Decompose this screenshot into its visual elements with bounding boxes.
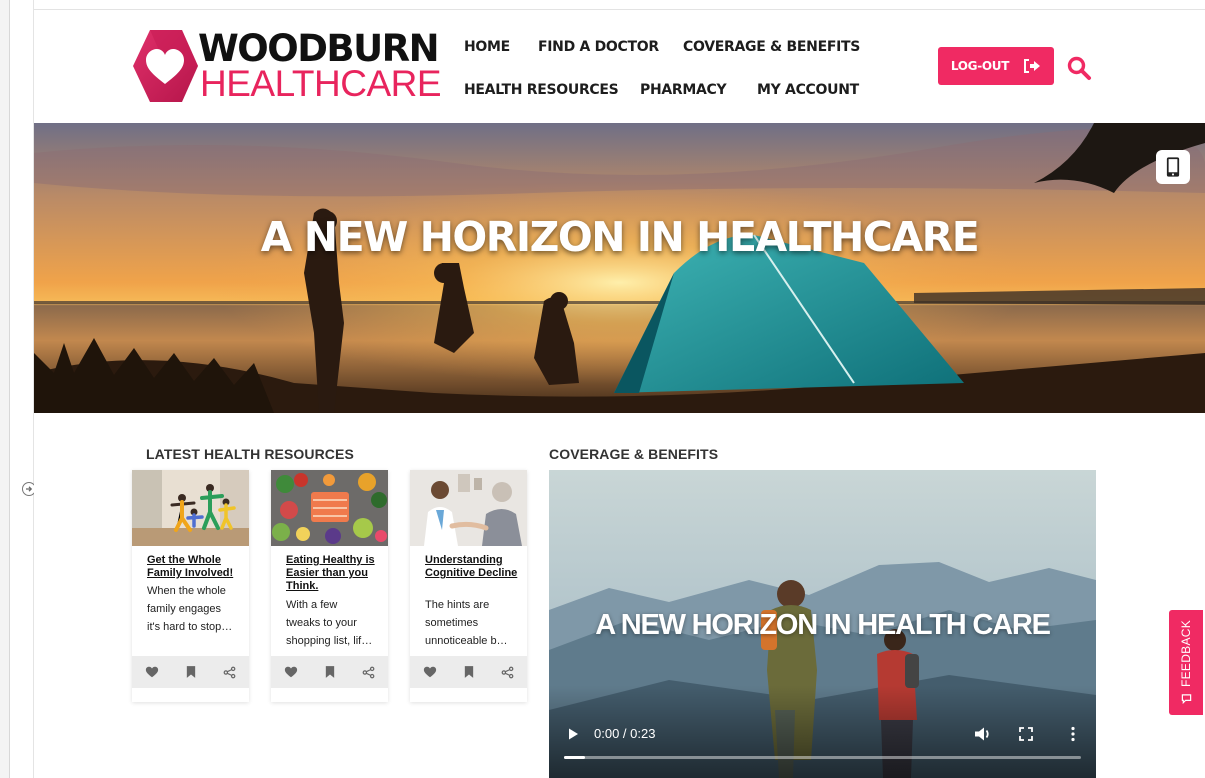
logout-label: LOG-OUT <box>950 59 1010 73</box>
bookmark-icon[interactable] <box>461 664 477 680</box>
bookmark-icon[interactable] <box>183 664 199 680</box>
site-logo[interactable]: WOODBURN HEALTHCARE <box>130 28 442 104</box>
coverage-video-player[interactable]: A NEW HORIZON IN HEALTH CARE 0:00 / 0:23 <box>549 470 1096 778</box>
play-icon[interactable] <box>566 727 580 741</box>
feedback-tab-content: FEEDBACK <box>1179 619 1193 705</box>
card-excerpt-line: it's hard to stop… <box>147 621 233 633</box>
coverage-section-title: COVERAGE & BENEFITS <box>549 446 719 462</box>
family-yoga-image <box>132 470 249 546</box>
card-actions <box>271 656 388 688</box>
card-excerpt-line: When the whole <box>147 585 226 597</box>
nav-find-a-doctor[interactable]: FIND A DOCTOR <box>538 39 659 55</box>
resource-card[interactable]: Eating Healthy is Easier than you Think.… <box>271 470 388 702</box>
card-actions <box>132 656 249 688</box>
card-title[interactable]: Understanding Cognitive Decline <box>425 554 521 580</box>
hero-banner: A NEW HORIZON IN HEALTHCARE <box>34 123 1205 413</box>
site-page: WOODBURN HEALTHCARE HOME FIND A DOCTOR C… <box>34 0 1205 778</box>
doctor-visit-image <box>410 470 527 546</box>
resource-card[interactable]: Get the Whole Family Involved! When the … <box>132 470 249 702</box>
chat-bubble-icon <box>1181 694 1191 705</box>
card-title[interactable]: Get the Whole Family Involved! <box>147 554 243 580</box>
hero-title: A NEW HORIZON IN HEALTHCARE <box>260 213 980 261</box>
video-progress-fill <box>564 756 585 759</box>
card-excerpt-line: The hints are <box>425 599 490 611</box>
nav-coverage-benefits[interactable]: COVERAGE & BENEFITS <box>683 39 860 55</box>
healthy-food-image <box>271 470 388 546</box>
search-button[interactable] <box>1066 55 1092 81</box>
left-gutter <box>10 0 36 778</box>
card-title[interactable]: Eating Healthy is Easier than you Think. <box>286 554 382 593</box>
card-excerpt-line: tweaks to your <box>286 617 357 629</box>
bookmark-icon[interactable] <box>322 664 338 680</box>
heart-logo-icon <box>133 30 198 102</box>
sunset-camping-image <box>34 123 1205 413</box>
card-excerpt-line: unnoticeable b… <box>425 635 508 647</box>
logout-button[interactable]: LOG-OUT <box>938 47 1054 85</box>
logout-icon <box>1024 59 1041 73</box>
search-icon <box>1067 56 1091 80</box>
mobile-device-icon[interactable] <box>1156 150 1190 184</box>
card-excerpt-line: shopping list, lif… <box>286 635 373 647</box>
feedback-label: FEEDBACK <box>1179 619 1193 688</box>
nav-my-account[interactable]: MY ACCOUNT <box>757 82 859 98</box>
heart-icon[interactable] <box>144 664 160 680</box>
fullscreen-icon[interactable] <box>1019 727 1033 741</box>
card-excerpt-line: family engages <box>147 603 221 615</box>
share-icon[interactable] <box>361 664 377 680</box>
resource-card[interactable]: Understanding Cognitive Decline The hint… <box>410 470 527 702</box>
nav-health-resources[interactable]: HEALTH RESOURCES <box>464 82 619 98</box>
nav-pharmacy[interactable]: PHARMACY <box>640 82 727 98</box>
heart-icon[interactable] <box>283 664 299 680</box>
top-strip <box>34 0 1205 10</box>
left-rail <box>0 0 10 778</box>
video-time: 0:00 / 0:23 <box>594 726 656 741</box>
heart-icon[interactable] <box>422 664 438 680</box>
share-icon[interactable] <box>500 664 516 680</box>
card-excerpt-line: sometimes <box>425 617 479 629</box>
resources-section-title: LATEST HEALTH RESOURCES <box>146 446 354 462</box>
feedback-tab[interactable]: FEEDBACK <box>1169 610 1203 715</box>
video-overlay-title: A NEW HORIZON IN HEALTH CARE <box>595 609 1051 641</box>
card-actions <box>410 656 527 688</box>
share-icon[interactable] <box>222 664 238 680</box>
nav-home[interactable]: HOME <box>464 39 510 55</box>
card-excerpt-line: With a few <box>286 599 338 611</box>
video-progress-track[interactable] <box>564 756 1081 759</box>
logo-name-line2: HEALTHCARE <box>200 63 442 104</box>
more-options-icon[interactable] <box>1070 726 1076 742</box>
volume-icon[interactable] <box>974 726 992 742</box>
